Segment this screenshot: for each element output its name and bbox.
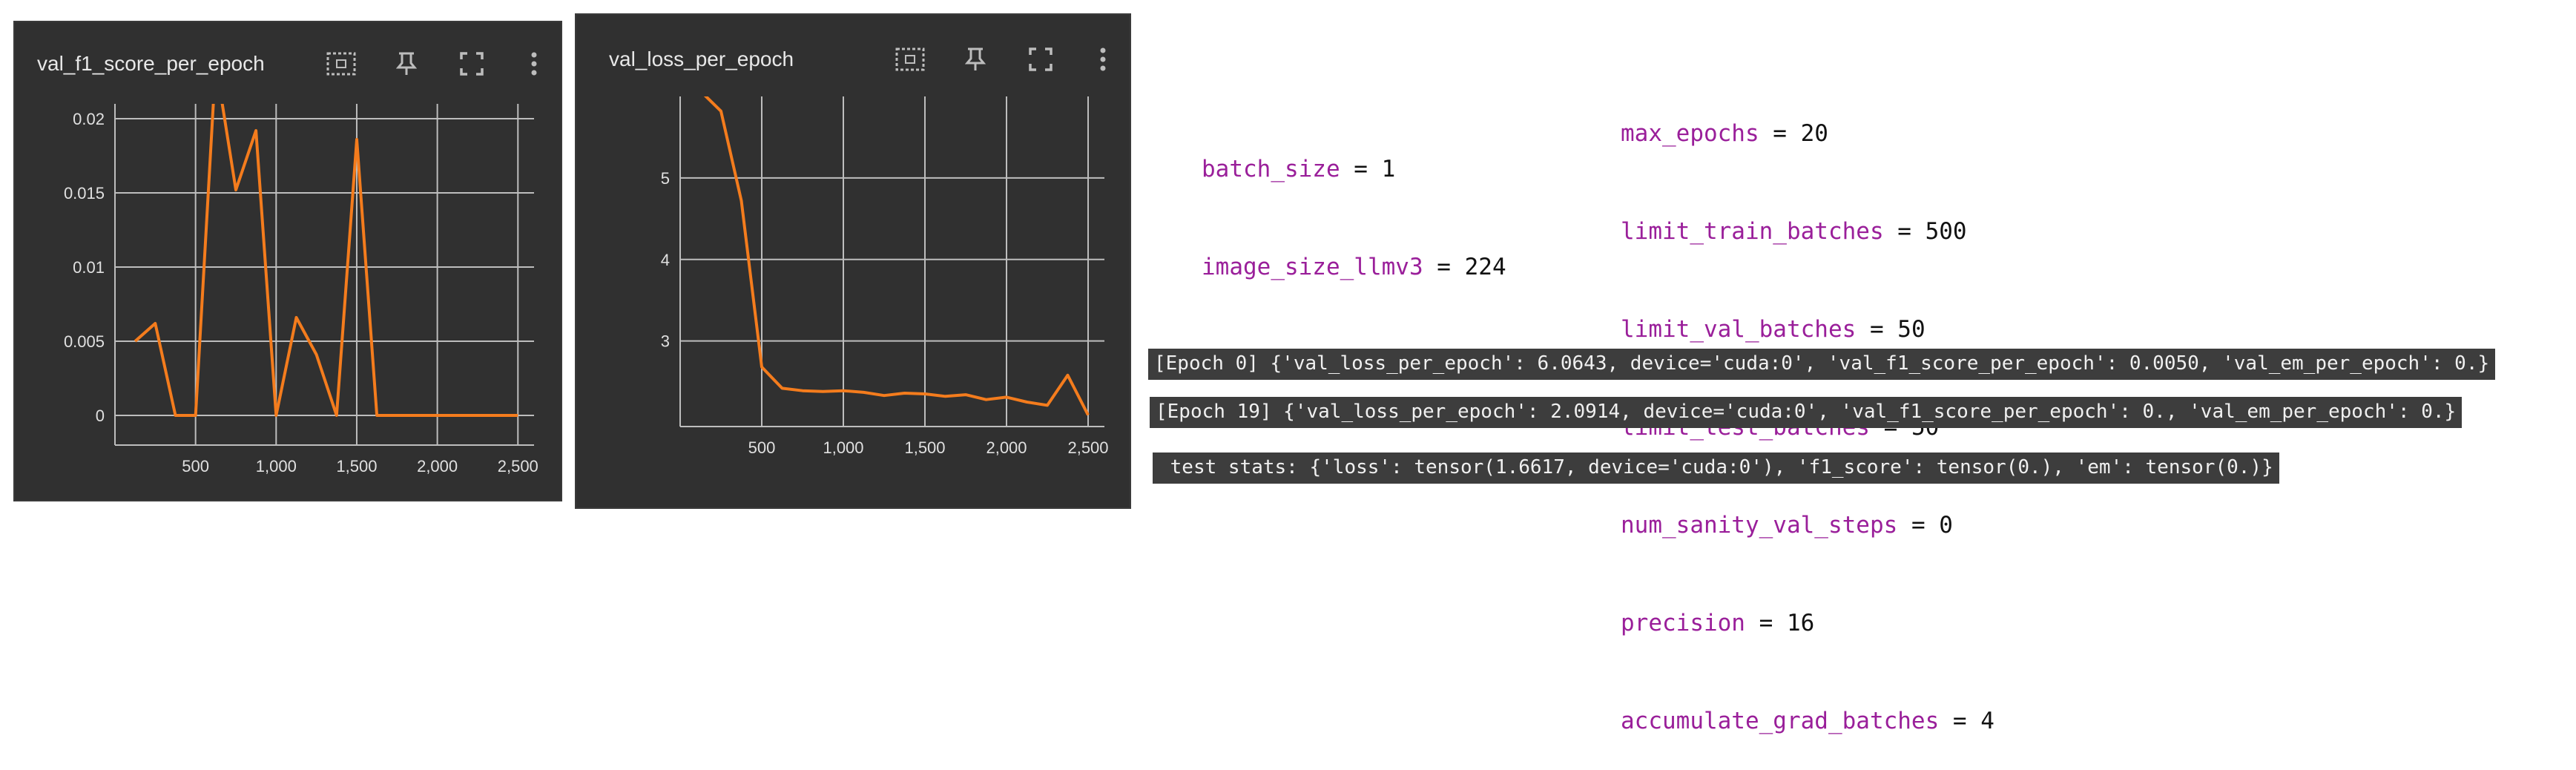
x-tick-label: 1,500	[904, 438, 945, 457]
y-tick-label: 0	[96, 407, 105, 425]
y-tick-label: 0.015	[64, 184, 105, 203]
x-tick-label: 500	[182, 457, 209, 476]
config-left-block: batch_size = 1 image_size_llmv3 = 224 to…	[1202, 88, 1561, 512]
config-key: limit_val_batches	[1621, 316, 1856, 343]
config-key: num_sanity_val_steps	[1621, 512, 1897, 539]
x-tick-label: 2,000	[986, 438, 1027, 457]
y-tick-label: 0.005	[64, 332, 105, 351]
config-line: accumulate_grad_batches = 4	[1621, 705, 1994, 737]
config-value: 224	[1465, 254, 1506, 280]
config-line: batch_size = 1	[1202, 153, 1561, 185]
y-tick-label: 0.02	[73, 110, 105, 128]
config-line: max_epochs = 20	[1621, 117, 1994, 150]
config-key: max_epochs	[1621, 120, 1759, 147]
loss-chart-card: val_loss_per_epoch 5001,0001,5002,0002,5…	[575, 13, 1131, 509]
loss-line-chart[interactable]: 500 1,000 1,500 2,000 2,500 3 4 5	[576, 15, 1133, 510]
config-key: batch_size	[1202, 156, 1340, 182]
config-value: 20	[1801, 120, 1828, 147]
config-value: 4	[1980, 708, 1994, 734]
f1-line-chart[interactable]: 500 1,000 1,500 2,000 2,500 0 0.005 0.01 0.015 0.…	[15, 22, 564, 503]
log-line-epoch-19: [Epoch 19] {'val_loss_per_epoch': 2.0914…	[1150, 397, 2462, 428]
log-line-test-stats: test stats: {'loss': tensor(1.6617, devi…	[1153, 453, 2279, 484]
config-value: 0	[1939, 512, 1953, 539]
x-tick-label: 2,500	[1067, 438, 1108, 457]
config-value: 1	[1382, 156, 1396, 182]
x-tick-label: 500	[748, 438, 776, 457]
y-tick-label: 4	[661, 251, 670, 269]
config-value: 16	[1787, 610, 1814, 636]
y-tick-label: 0.01	[73, 258, 105, 277]
config-line: limit_train_batches = 500	[1621, 215, 1994, 248]
config-line: num_sanity_val_steps = 0	[1621, 509, 1994, 542]
x-tick-label: 1,000	[256, 457, 297, 476]
series-line	[701, 91, 1089, 415]
config-value: 500	[1926, 218, 1967, 245]
config-line: limit_val_batches = 50	[1621, 313, 1994, 346]
config-key: limit_train_batches	[1621, 218, 1884, 245]
config-key: precision	[1621, 610, 1745, 636]
f1-chart-card: val_f1_score_per_epoch 5001,0001,5002,00…	[13, 21, 562, 501]
x-tick-label: 1,500	[336, 457, 377, 476]
y-tick-label: 5	[661, 169, 670, 188]
x-tick-label: 2,500	[498, 457, 538, 476]
config-key: image_size_llmv3	[1202, 254, 1423, 280]
x-tick-label: 1,000	[823, 438, 863, 457]
config-line: image_size_llmv3 = 224	[1202, 251, 1561, 283]
log-line-epoch-0: [Epoch 0] {'val_loss_per_epoch': 6.0643,…	[1148, 349, 2495, 380]
y-tick-label: 3	[661, 332, 670, 351]
config-line: precision = 16	[1621, 607, 1994, 639]
series-line	[135, 62, 518, 415]
config-key: accumulate_grad_batches	[1621, 708, 1939, 734]
config-value: 50	[1897, 316, 1925, 343]
x-tick-label: 2,000	[417, 457, 458, 476]
